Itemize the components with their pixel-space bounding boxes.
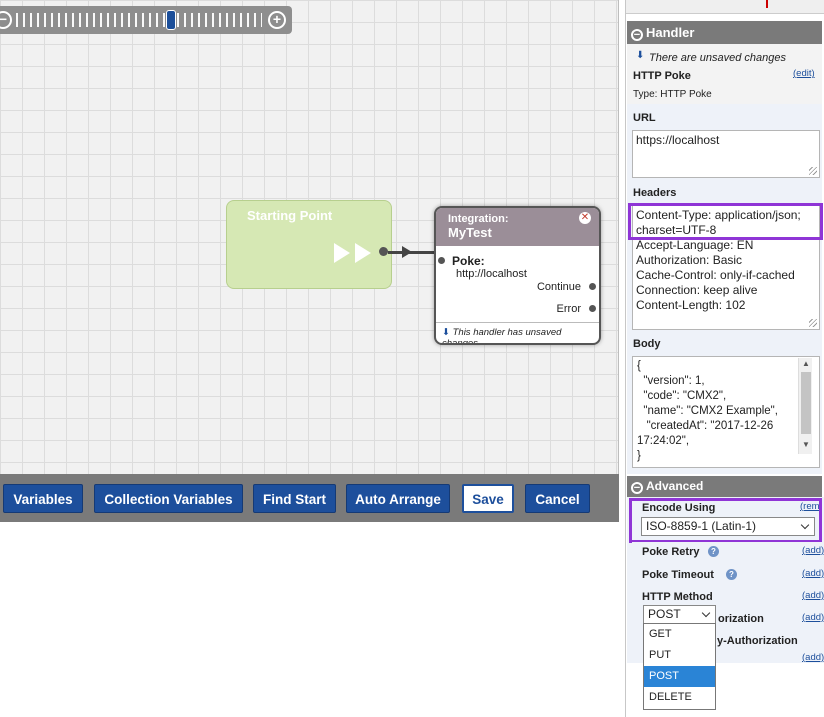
chevron-down-icon [701,608,711,618]
advanced-section-header[interactable]: − Advanced [627,476,822,497]
body-line: "code": "CMX2", [637,390,727,402]
scroll-up-icon[interactable]: ▲ [802,359,810,368]
method-option-post[interactable]: POST [644,666,715,687]
continue-label: Continue [536,281,581,293]
add-proxy-authorization-link[interactable]: (add) [802,652,824,663]
zoom-slider[interactable]: − + [0,6,292,34]
close-icon[interactable]: ✕ [579,212,591,224]
collapse-icon[interactable]: − [631,482,643,494]
play-icon [334,243,350,263]
starting-point-title: Starting Point [247,208,333,223]
http-method-dropdown: GET PUT POST DELETE [643,623,716,710]
body-line: 17:24:02", [637,435,690,447]
collection-variables-button[interactable]: Collection Variables [94,484,243,513]
edit-link[interactable]: (edit) [793,68,815,79]
headers-label: Headers [633,187,677,199]
input-port[interactable] [438,257,445,264]
scroll-down-icon[interactable]: ▼ [802,440,810,449]
canvas-toolbar: Variables Collection Variables Find Star… [0,474,619,522]
scroll-thumb[interactable] [801,372,811,434]
body-line: } [637,450,641,462]
url-input[interactable]: https://localhost [632,130,820,178]
header-line: Connection: keep alive [636,283,758,297]
http-method-value: POST [648,607,681,621]
save-button[interactable]: Save [462,484,514,513]
error-port[interactable] [589,305,596,312]
integration-title: MyTest [448,225,492,240]
method-option-delete[interactable]: DELETE [644,687,715,708]
download-icon: ⬇ [442,327,450,338]
zoom-out-icon[interactable]: − [0,11,12,29]
url-label: URL [633,112,656,124]
poke-label: Poke: [452,254,485,268]
body-line: "createdAt": "2017-12-26 [637,420,774,432]
integration-node-body: Poke: http://localhost Continue Error [436,246,599,322]
download-icon: ⬇ [636,50,645,61]
http-method-select[interactable]: POST [643,605,716,624]
header-line: Accept-Language: EN [636,238,754,252]
handler-name: HTTP Poke [633,70,691,82]
help-icon[interactable]: ? [708,546,719,557]
help-icon[interactable]: ? [726,569,737,580]
collapse-icon[interactable]: − [631,29,643,41]
connector-arrow-icon [402,246,412,258]
poke-retry-label: Poke Retry [642,546,700,558]
unsaved-note: ⬇ This handler has unsaved changes [436,322,599,343]
zoom-track[interactable] [16,13,262,27]
method-option-put[interactable]: PUT [644,645,715,666]
output-port[interactable] [379,247,388,256]
handler-section-header[interactable]: − Handler [627,21,822,44]
cancel-button[interactable]: Cancel [525,484,590,513]
integration-kicker: Integration: [448,213,509,225]
add-poke-retry-link[interactable]: (add) [802,545,824,556]
headers-highlight [628,203,823,240]
body-label: Body [633,338,661,350]
header-line: Content-Length: 102 [636,298,746,312]
poke-url: http://localhost [456,268,527,280]
add-authorization-link[interactable]: (add) [802,612,824,623]
find-start-button[interactable]: Find Start [253,484,336,513]
zoom-thumb[interactable] [166,10,176,30]
add-http-method-link[interactable]: (add) [802,590,824,601]
play-icon-2 [355,243,371,263]
body-line: "name": "CMX2 Example", [637,405,778,417]
body-input[interactable]: { "version": 1, "code": "CMX2", "name": … [632,356,820,468]
body-line: { [637,360,641,372]
error-label: Error [556,303,581,315]
add-poke-timeout-link[interactable]: (add) [802,568,824,579]
handler-type: Type: HTTP Poke [633,89,712,100]
integration-node-header: Integration: MyTest ✕ [436,208,599,246]
unsaved-changes-note: There are unsaved changes [649,52,786,64]
integration-node[interactable]: Integration: MyTest ✕ Poke: http://local… [434,206,601,345]
body-line: "version": 1, [637,375,705,387]
node-connector [388,251,436,254]
header-line: Authorization: Basic [636,253,743,267]
header-line: Cache-Control: only-if-cached [636,268,795,282]
advanced-header-label: Advanced [646,479,704,493]
proxy-authorization-row-label: y-Authorization [717,635,798,647]
authorization-row-label: orization [718,613,764,625]
continue-port[interactable] [589,283,596,290]
handler-header-label: Handler [646,25,695,40]
starting-point-node[interactable]: Starting Point [226,200,392,289]
auto-arrange-button[interactable]: Auto Arrange [346,484,450,513]
encode-highlight [629,498,822,543]
variables-button[interactable]: Variables [3,484,83,513]
resize-grip-icon[interactable] [809,319,817,327]
panel-top-strip [626,0,824,14]
poke-timeout-label: Poke Timeout [642,569,714,581]
unsaved-note-text: This handler has unsaved changes [442,327,562,345]
resize-grip-icon[interactable] [809,167,817,175]
url-value: https://localhost [636,133,720,147]
method-option-get[interactable]: GET [644,624,715,645]
zoom-in-icon[interactable]: + [268,11,286,29]
body-scrollbar[interactable]: ▲ ▼ [798,358,812,454]
http-method-label: HTTP Method [642,591,713,603]
workflow-canvas[interactable]: − + Starting Point Integration: MyTest ✕… [0,0,619,522]
